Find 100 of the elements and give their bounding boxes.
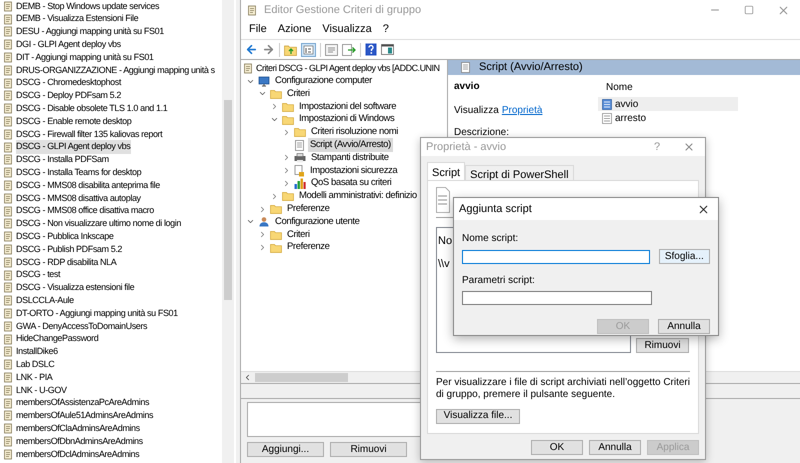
policy-item[interactable]: DSCG - Installa Teams for desktop bbox=[16, 166, 142, 180]
policy-item[interactable]: DSCG - Disable obsolete TLS 1.0 and 1.1 bbox=[16, 102, 168, 116]
policy-item[interactable]: membersOfAule51AdminsAreAdmins bbox=[16, 409, 154, 423]
policy-item[interactable]: DSCG - Firewall filter 135 kaliovas report bbox=[16, 128, 164, 142]
scrollbar-thumb[interactable] bbox=[255, 373, 348, 382]
policy-item[interactable]: InstallDike6 bbox=[16, 345, 59, 359]
action-button[interactable]: Aggiungi... bbox=[247, 442, 324, 457]
chevron-right-icon[interactable] bbox=[282, 153, 291, 162]
policy-item[interactable]: DSCG - Pubblica Inkscape bbox=[16, 230, 114, 244]
tree-item[interactable]: Impostazioni di Windows bbox=[297, 112, 396, 127]
tree-item[interactable]: Script (Avvio/Arresto) bbox=[308, 138, 393, 152]
policy-item[interactable]: DSLCCLA-Aule bbox=[16, 294, 75, 308]
script-list-item[interactable]: arresto bbox=[598, 111, 738, 125]
tree-item[interactable]: Preferenze bbox=[285, 240, 332, 255]
tree-item[interactable]: Configurazione utente bbox=[273, 214, 362, 230]
vertical-scrollbar[interactable] bbox=[222, 0, 234, 463]
policy-item[interactable]: DSCG - GLPI Agent deploy vbs bbox=[16, 140, 132, 154]
tree-item[interactable]: Configurazione computer bbox=[273, 74, 374, 88]
policy-item[interactable]: DSCG - Non visualizzare ultimo nome di login bbox=[16, 217, 182, 231]
description-label: Descrizione: bbox=[454, 126, 510, 140]
script-list-item[interactable]: avvio bbox=[598, 97, 738, 111]
dialog-button[interactable]: OK bbox=[531, 440, 583, 455]
policy-item[interactable]: LNK - PIA bbox=[16, 370, 54, 384]
tab[interactable]: Script bbox=[427, 162, 466, 180]
policy-item[interactable]: DSCG - Installa PDFSam bbox=[16, 153, 110, 167]
policy-item[interactable]: membersOfAssistenzaPcAreAdmins bbox=[16, 396, 150, 410]
policy-item[interactable]: DSCG - test bbox=[16, 268, 62, 282]
policy-item[interactable]: DIT - Aggiungi mapping unità su FS01 bbox=[16, 50, 155, 64]
scrollbar-thumb[interactable] bbox=[224, 100, 232, 300]
properties-link[interactable]: Proprietà bbox=[502, 103, 542, 118]
close-icon[interactable] bbox=[696, 202, 710, 216]
properties-icon[interactable] bbox=[325, 44, 338, 56]
policy-item[interactable]: DSCG - MMS08 office disattiva macro bbox=[16, 204, 155, 218]
policy-item[interactable]: membersOfDclAdminsAreAdmins bbox=[16, 448, 140, 462]
policy-item[interactable]: GWA - DenyAccessToDomainUsers bbox=[16, 320, 148, 334]
input-field[interactable] bbox=[462, 250, 650, 264]
forward-icon[interactable] bbox=[262, 43, 275, 56]
tree-item[interactable]: QoS basata su criteri bbox=[309, 176, 394, 191]
policy-item[interactable]: DGI - GLPI Agent deploy vbs bbox=[16, 38, 122, 52]
policy-item[interactable]: DSCG - RDP disabilita NLA bbox=[16, 256, 118, 270]
tree-item[interactable]: Preferenze bbox=[285, 202, 332, 216]
view-files-button[interactable]: Visualizza file... bbox=[436, 408, 520, 424]
input-field[interactable] bbox=[462, 291, 652, 305]
column-header[interactable]: Nome bbox=[598, 77, 738, 97]
help-icon[interactable] bbox=[365, 43, 377, 56]
menu-item[interactable]: ? bbox=[382, 20, 389, 38]
dialog-button[interactable]: Annulla bbox=[658, 319, 710, 334]
policy-item[interactable]: membersOfDbnAdminsAreAdmins bbox=[16, 434, 144, 448]
tree-root[interactable]: Criteri DSCG - GLPI Agent deploy vbs [ADDC.UNIN bbox=[256, 62, 440, 76]
tree-item[interactable]: Criteri bbox=[285, 228, 312, 242]
policy-item[interactable]: DSCG - MMS08 disattiva autoplay bbox=[16, 192, 142, 206]
policy-item[interactable]: DSCG - MMS08 disabilita anteprima file bbox=[16, 178, 161, 192]
document-icon bbox=[294, 140, 305, 151]
policy-item[interactable]: DSCG - Publish PDFsam 5.2 bbox=[16, 242, 124, 256]
script-heading: avvio bbox=[454, 80, 481, 94]
dialog-button[interactable]: Annulla bbox=[589, 440, 641, 455]
tree-item[interactable]: Criteri risoluzione nomi bbox=[309, 125, 400, 140]
chevron-right-icon[interactable] bbox=[270, 192, 279, 201]
chevron-right-icon[interactable] bbox=[270, 102, 279, 112]
chevron-right-icon[interactable] bbox=[282, 128, 291, 137]
action-button[interactable]: Rimuovi bbox=[330, 442, 407, 457]
policy-item[interactable]: DRUS-ORGANIZZAZIONE - Aggiungi mapping unità s bbox=[16, 64, 216, 78]
menu-item[interactable]: Azione bbox=[278, 20, 312, 38]
tree-pane-icon[interactable] bbox=[301, 42, 316, 56]
policy-item[interactable]: DSCG - Visualizza estensioni file bbox=[16, 281, 136, 295]
tab[interactable]: Script di PowerShell bbox=[465, 165, 574, 180]
policy-item[interactable]: DSCG - Enable remote desktop bbox=[16, 114, 132, 128]
maximize-icon[interactable] bbox=[744, 5, 754, 15]
browse-button[interactable]: Sfoglia... bbox=[658, 249, 710, 264]
policy-item[interactable]: Lab DSLC bbox=[16, 358, 56, 372]
remove-button[interactable]: Rimuovi bbox=[636, 338, 689, 353]
field-label: Nome script: bbox=[462, 232, 520, 246]
policy-item[interactable]: membersOfClaAdminsAreAdmins bbox=[16, 422, 141, 436]
policy-item[interactable]: DSCG - Chromedesktophost bbox=[16, 76, 122, 90]
tree-item[interactable]: Stampanti distribuite bbox=[309, 150, 391, 166]
menu-item[interactable]: Visualizza bbox=[322, 20, 372, 38]
pane-icon[interactable] bbox=[381, 44, 394, 55]
policy-item[interactable]: DSCG - Deploy PDFsam 5.2 bbox=[16, 89, 122, 103]
dialog-title: Proprietà - avvio bbox=[426, 140, 506, 155]
export-icon[interactable] bbox=[342, 44, 356, 56]
tree-item[interactable]: Impostazioni sicurezza bbox=[308, 164, 400, 178]
tree-item[interactable]: Modelli amministrativi: definizio bbox=[297, 189, 419, 204]
chevron-right-icon[interactable] bbox=[258, 243, 267, 252]
scroll-left-icon[interactable] bbox=[243, 373, 252, 382]
tree-item[interactable]: Criteri bbox=[285, 86, 312, 102]
menu-item[interactable]: File bbox=[249, 20, 267, 38]
policy-item[interactable]: DEMB - Stop Windows update services bbox=[16, 0, 160, 14]
document-icon bbox=[460, 62, 471, 73]
chevron-right-icon[interactable] bbox=[258, 230, 267, 240]
policy-item[interactable]: LNK - U-GOV bbox=[16, 384, 68, 398]
folder-up-icon[interactable] bbox=[284, 44, 297, 56]
tree-item[interactable]: Impostazioni del software bbox=[297, 100, 398, 114]
policy-item[interactable]: HideChangePassword bbox=[16, 332, 100, 346]
chevron-right-icon[interactable] bbox=[258, 204, 267, 214]
policy-item[interactable]: DESU - Aggiungi mapping unità su FS01 bbox=[16, 25, 165, 39]
chevron-right-icon[interactable] bbox=[282, 179, 291, 188]
chevron-right-icon[interactable] bbox=[282, 166, 291, 176]
policy-item[interactable]: DEMB - Visualizza Estensioni File bbox=[16, 12, 140, 26]
back-icon[interactable] bbox=[245, 43, 258, 56]
policy-item[interactable]: DT-ORTO - Aggiungi mapping unità su FS01 bbox=[16, 306, 179, 320]
